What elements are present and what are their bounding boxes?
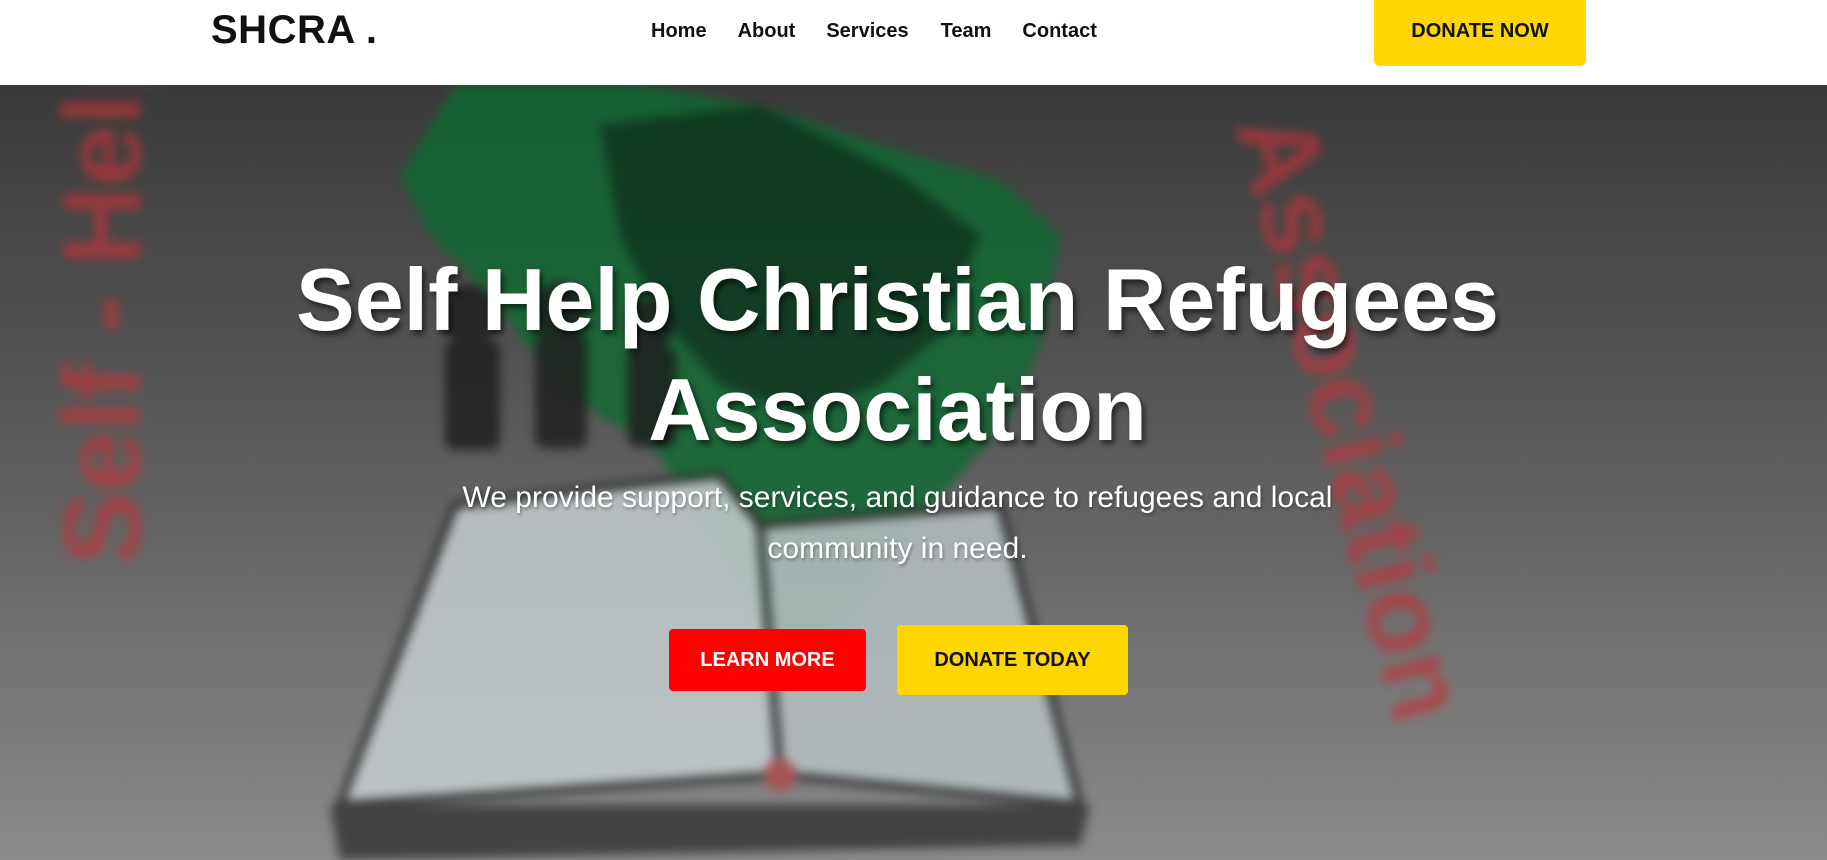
site-header: SHCRA . Home About Services Team Contact…	[0, 0, 1827, 85]
nav-link-services[interactable]: Services	[826, 18, 908, 44]
hero-section: Self - Help C Association Self Help Chri…	[0, 85, 1827, 860]
hero-subtitle-line-2: community in need.	[767, 532, 1028, 565]
nav-link-team[interactable]: Team	[941, 18, 992, 44]
hero-subtitle: We provide support, services, and guidan…	[420, 472, 1375, 574]
nav-link-about[interactable]: About	[738, 18, 796, 44]
site-logo[interactable]: SHCRA .	[211, 8, 377, 53]
donate-today-button[interactable]: DONATE TODAY	[897, 625, 1128, 695]
nav-link-contact[interactable]: Contact	[1022, 18, 1096, 44]
hero-title-line-1: Self Help Christian Refugees	[296, 250, 1499, 349]
learn-more-button[interactable]: LEARN MORE	[669, 629, 866, 691]
main-nav: Home About Services Team Contact	[651, 18, 1097, 44]
hero-title: Self Help Christian Refugees Association	[0, 245, 1795, 465]
donate-now-button[interactable]: DONATE NOW	[1374, 0, 1586, 66]
hero-title-line-2: Association	[648, 360, 1147, 459]
nav-link-home[interactable]: Home	[651, 18, 707, 44]
hero-subtitle-line-1: We provide support, services, and guidan…	[462, 481, 1333, 514]
